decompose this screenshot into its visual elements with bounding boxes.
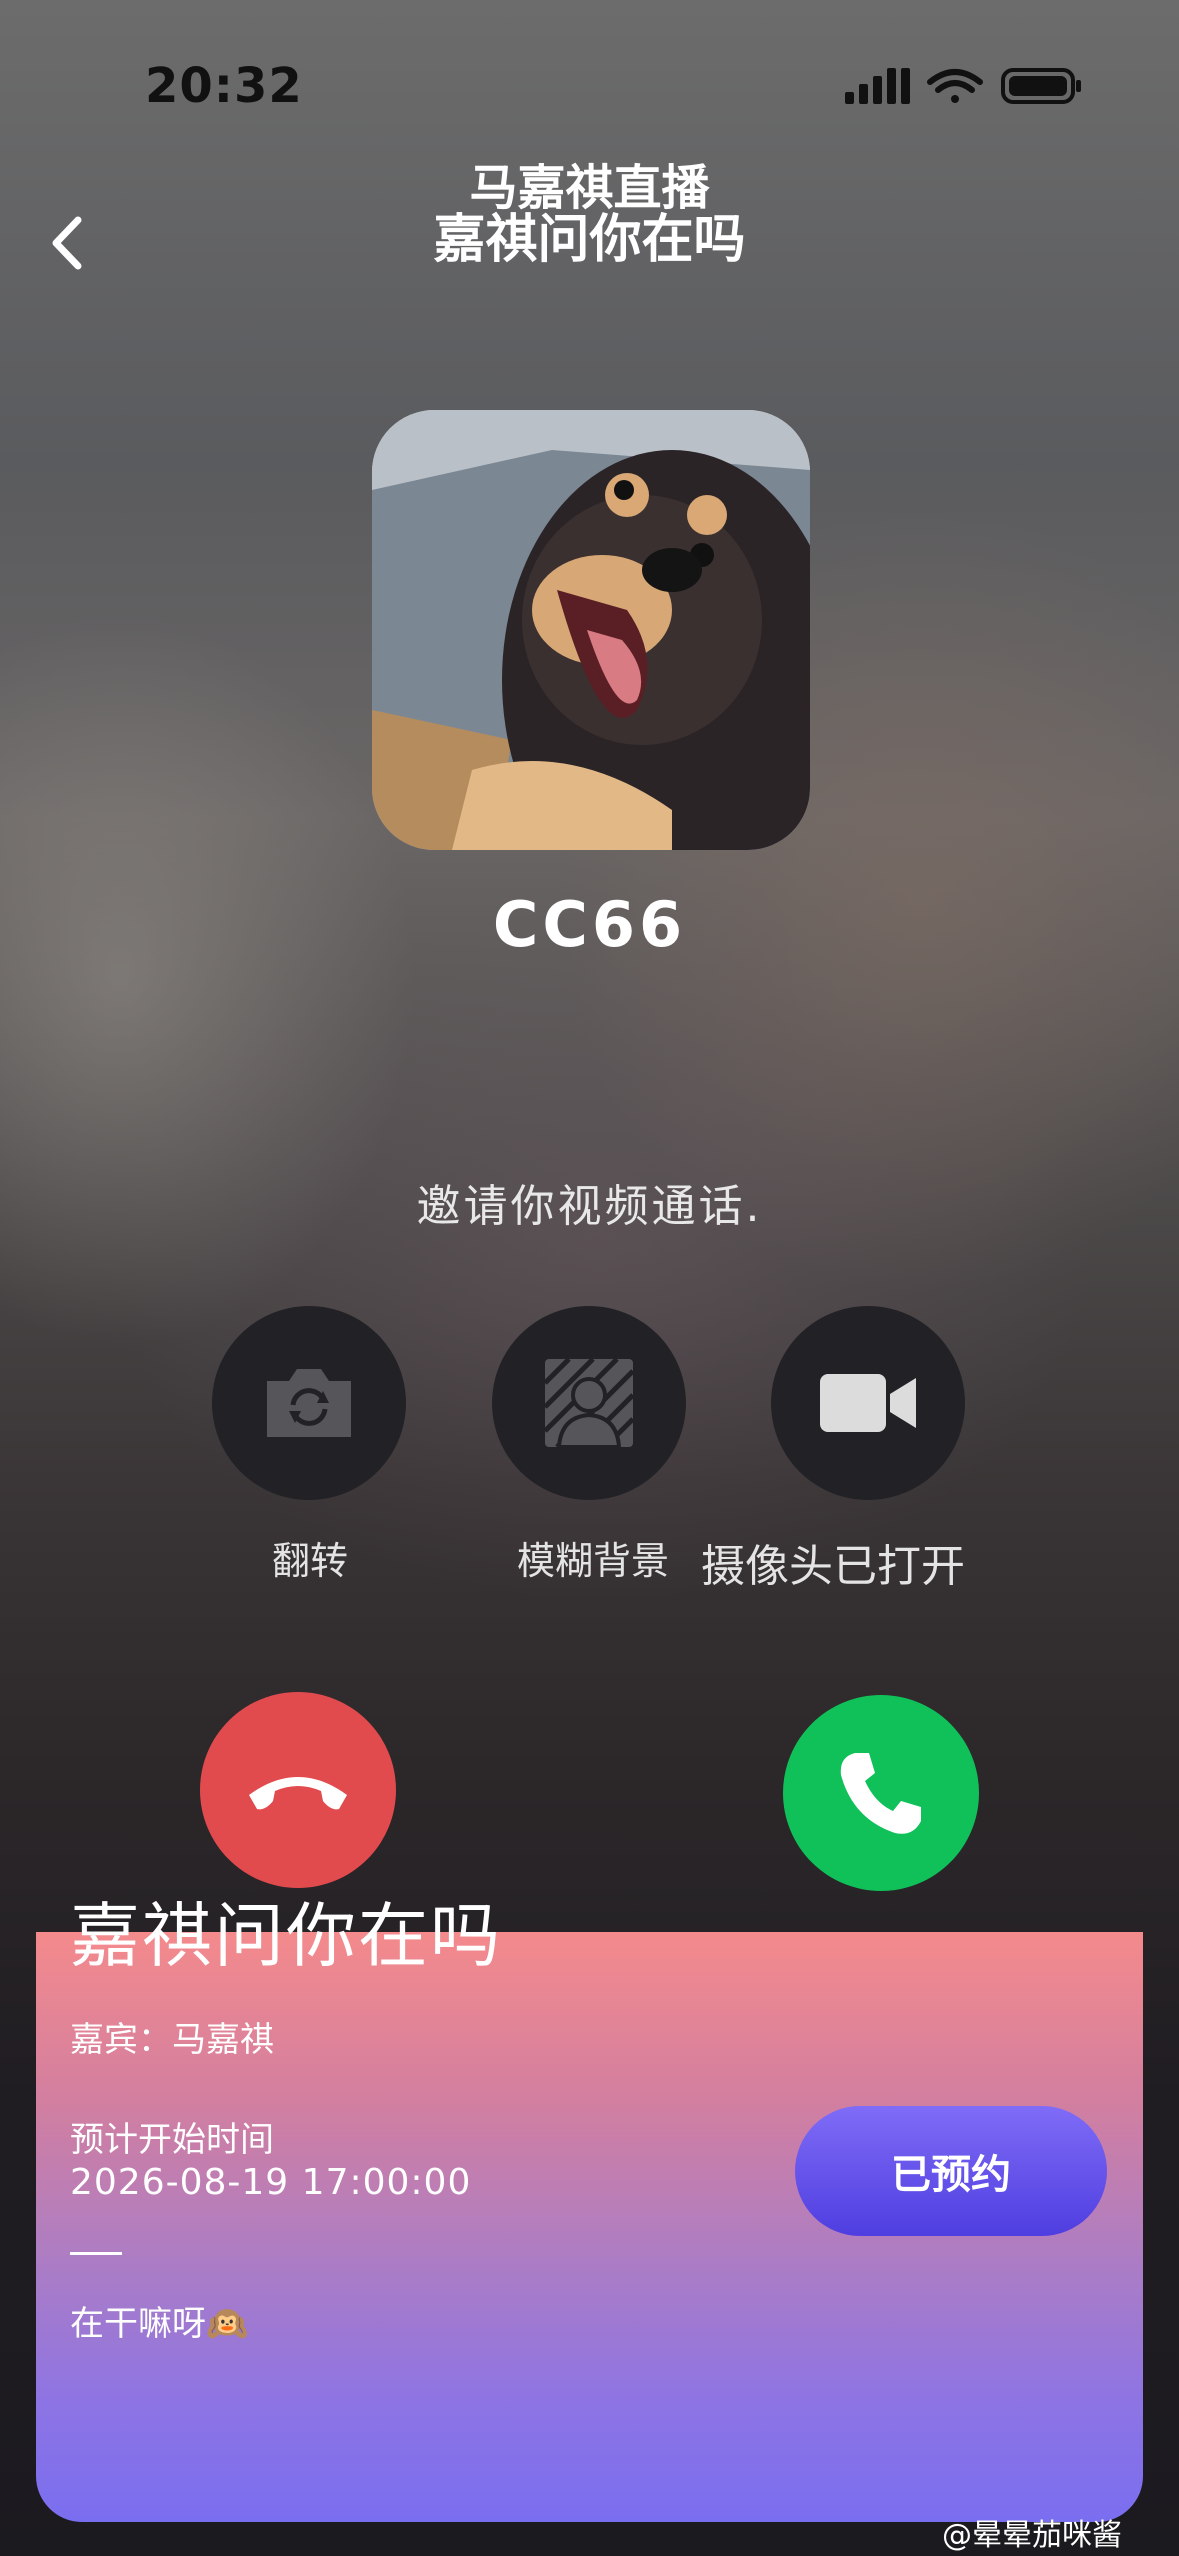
- phone-icon: [840, 1753, 921, 1834]
- invite-text: 邀请你视频通话.: [416, 1181, 763, 1232]
- signal-icon: [845, 68, 910, 104]
- video-camera-icon: [820, 1374, 916, 1432]
- status-icons: [845, 66, 1085, 106]
- header-title: 马嘉祺直播: [469, 160, 710, 216]
- blur-background-icon: [543, 1357, 635, 1449]
- status-time: 20:32: [145, 58, 303, 114]
- header-subtitle: 嘉祺问你在吗: [433, 210, 746, 270]
- card-title: 嘉祺问你在吗: [70, 1895, 502, 1977]
- caller-name: CC66: [492, 888, 687, 961]
- decline-call-button[interactable]: [200, 1692, 396, 1888]
- guest-label: 嘉宾：马嘉祺: [70, 2020, 274, 2060]
- camera-toggle-button[interactable]: [771, 1306, 965, 1500]
- watermark: @晕晕茄咪酱: [942, 2518, 1122, 2553]
- accept-call-button[interactable]: [783, 1695, 979, 1891]
- start-time-label: 预计开始时间: [70, 2120, 274, 2160]
- divider: [70, 2252, 122, 2255]
- hang-up-icon: [249, 1777, 347, 1810]
- flip-camera-button[interactable]: [212, 1306, 406, 1500]
- battery-icon: [1001, 68, 1081, 104]
- caller-avatar: [372, 410, 810, 850]
- start-time-value: 2026-08-19 17:00:00: [70, 2162, 472, 2203]
- wifi-icon: [927, 69, 983, 103]
- camera-flip-icon: [267, 1369, 351, 1437]
- blur-background-button[interactable]: [492, 1306, 686, 1500]
- camera-status-label: 摄像头已打开: [701, 1541, 965, 1592]
- reserved-button[interactable]: 已预约: [795, 2106, 1107, 2236]
- card-note: 在干嘛呀🙉: [70, 2304, 249, 2344]
